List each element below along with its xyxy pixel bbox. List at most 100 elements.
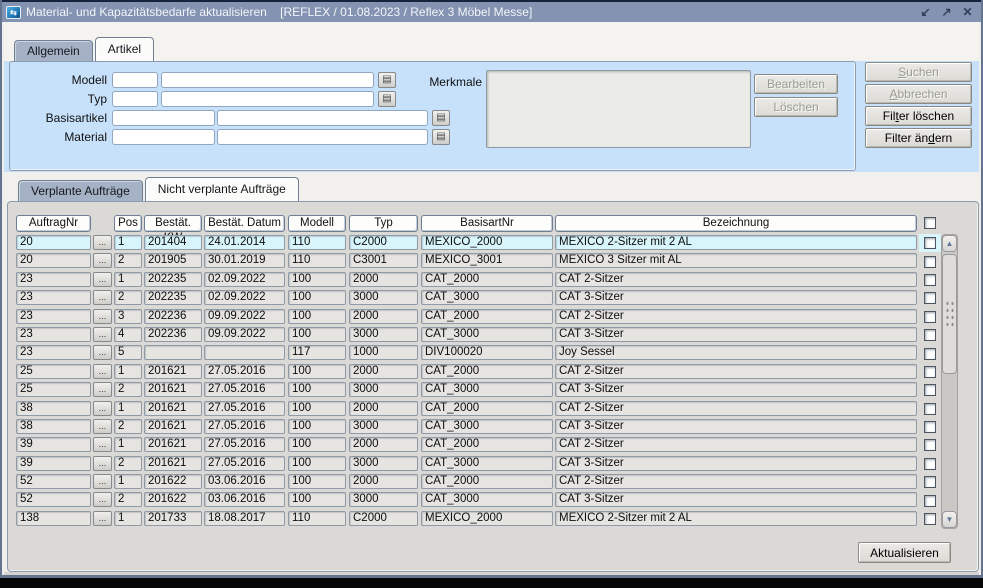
tab-artikel[interactable]: Artikel (95, 37, 154, 61)
restore-icon[interactable]: ↙ (918, 5, 933, 20)
cell-basisartnr[interactable]: CAT_3000 (421, 419, 553, 434)
cell-bestaet-datum[interactable]: 02.09.2022 (204, 290, 285, 305)
column-header-typ[interactable]: Typ (349, 215, 418, 232)
cell-pos[interactable]: 5 (114, 345, 142, 360)
cell-modell[interactable]: 100 (288, 272, 346, 287)
cell-bezeichnung[interactable]: CAT 2-Sitzer (555, 309, 917, 324)
row-lov-button[interactable]: ... (93, 474, 112, 489)
column-header-bezeichnung[interactable]: Bezeichnung (555, 215, 917, 232)
cell-basisartnr[interactable]: CAT_2000 (421, 272, 553, 287)
basisartikel-lov-icon[interactable]: ▤ (432, 110, 450, 126)
column-header-bestaet-kw[interactable]: Bestät. KW (144, 215, 202, 232)
cell-auftragnr[interactable]: 38 (16, 419, 91, 434)
cell-pos[interactable]: 1 (114, 364, 142, 379)
cell-modell[interactable]: 100 (288, 327, 346, 342)
cell-typ[interactable]: 3000 (349, 290, 418, 305)
filter-loeschen-button[interactable]: Filter löschen (865, 106, 972, 126)
cell-typ[interactable]: 2000 (349, 309, 418, 324)
cell-auftragnr[interactable]: 23 (16, 290, 91, 305)
typ-lov-icon[interactable]: ▤ (378, 91, 396, 107)
cell-bestaet-kw[interactable] (144, 345, 202, 360)
cell-typ[interactable]: 2000 (349, 364, 418, 379)
row-lov-button[interactable]: ... (93, 382, 112, 397)
cell-typ[interactable]: 3000 (349, 419, 418, 434)
abbrechen-button[interactable]: Abbrechen (865, 84, 972, 104)
row-checkbox[interactable] (924, 513, 936, 525)
maximize-icon[interactable]: ↗ (939, 5, 954, 20)
cell-auftragnr[interactable]: 138 (16, 511, 91, 526)
cell-bezeichnung[interactable]: CAT 3-Sitzer (555, 382, 917, 397)
row-checkbox[interactable] (924, 311, 936, 323)
cell-bestaet-kw[interactable]: 202236 (144, 309, 202, 324)
row-lov-button[interactable]: ... (93, 364, 112, 379)
row-lov-button[interactable]: ... (93, 511, 112, 526)
cell-bestaet-kw[interactable]: 201404 (144, 235, 202, 250)
cell-auftragnr[interactable]: 23 (16, 272, 91, 287)
row-checkbox[interactable] (924, 348, 936, 360)
basisartikel-text-input[interactable] (217, 110, 428, 126)
suchen-button[interactable]: Suchen (865, 62, 972, 82)
scroll-up-icon[interactable]: ▲ (942, 235, 957, 252)
cell-bezeichnung[interactable]: Joy Sessel (555, 345, 917, 360)
cell-basisartnr[interactable]: CAT_2000 (421, 364, 553, 379)
cell-bestaet-datum[interactable]: 27.05.2016 (204, 419, 285, 434)
cell-typ[interactable]: C2000 (349, 235, 418, 250)
cell-bezeichnung[interactable]: CAT 2-Sitzer (555, 474, 917, 489)
row-lov-button[interactable]: ... (93, 401, 112, 416)
cell-auftragnr[interactable]: 52 (16, 492, 91, 507)
cell-basisartnr[interactable]: CAT_2000 (421, 437, 553, 452)
cell-basisartnr[interactable]: CAT_3000 (421, 327, 553, 342)
cell-pos[interactable]: 1 (114, 437, 142, 452)
cell-pos[interactable]: 2 (114, 253, 142, 268)
cell-bezeichnung[interactable]: CAT 3-Sitzer (555, 327, 917, 342)
row-checkbox[interactable] (924, 274, 936, 286)
cell-bestaet-datum[interactable]: 27.05.2016 (204, 456, 285, 471)
cell-bestaet-kw[interactable]: 201621 (144, 437, 202, 452)
cell-bezeichnung[interactable]: CAT 3-Sitzer (555, 290, 917, 305)
cell-modell[interactable]: 117 (288, 345, 346, 360)
column-header-modell[interactable]: Modell (288, 215, 346, 232)
cell-bestaet-datum[interactable] (204, 345, 285, 360)
cell-basisartnr[interactable]: CAT_3000 (421, 382, 553, 397)
row-lov-button[interactable]: ... (93, 290, 112, 305)
cell-pos[interactable]: 1 (114, 511, 142, 526)
cell-bezeichnung[interactable]: MEXICO 3 Sitzer mit AL (555, 253, 917, 268)
cell-auftragnr[interactable]: 39 (16, 437, 91, 452)
cell-pos[interactable]: 4 (114, 327, 142, 342)
cell-pos[interactable]: 2 (114, 492, 142, 507)
scroll-down-icon[interactable]: ▼ (942, 511, 957, 528)
cell-pos[interactable]: 1 (114, 272, 142, 287)
scrollbar-thumb[interactable] (942, 254, 957, 374)
column-header-basisartnr[interactable]: BasisartNr (421, 215, 553, 232)
cell-auftragnr[interactable]: 23 (16, 327, 91, 342)
cell-typ[interactable]: 3000 (349, 382, 418, 397)
cell-modell[interactable]: 100 (288, 437, 346, 452)
merkmale-box[interactable] (486, 70, 751, 148)
row-checkbox[interactable] (924, 495, 936, 507)
row-lov-button[interactable]: ... (93, 235, 112, 250)
cell-modell[interactable]: 100 (288, 401, 346, 416)
cell-pos[interactable]: 2 (114, 456, 142, 471)
column-header-auftragnr[interactable]: AuftragNr (16, 215, 91, 232)
material-code-input[interactable] (112, 129, 215, 145)
cell-bezeichnung[interactable]: CAT 3-Sitzer (555, 456, 917, 471)
cell-bestaet-datum[interactable]: 18.08.2017 (204, 511, 285, 526)
cell-typ[interactable]: 3000 (349, 492, 418, 507)
material-text-input[interactable] (217, 129, 428, 145)
row-checkbox[interactable] (924, 458, 936, 470)
cell-bezeichnung[interactable]: CAT 2-Sitzer (555, 437, 917, 452)
typ-text-input[interactable] (161, 91, 374, 107)
cell-bestaet-kw[interactable]: 202236 (144, 327, 202, 342)
cell-bestaet-kw[interactable]: 201733 (144, 511, 202, 526)
row-lov-button[interactable]: ... (93, 253, 112, 268)
row-checkbox[interactable] (924, 366, 936, 378)
cell-basisartnr[interactable]: CAT_2000 (421, 401, 553, 416)
cell-bezeichnung[interactable]: MEXICO 2-Sitzer mit 2 AL (555, 511, 917, 526)
cell-bestaet-kw[interactable]: 201621 (144, 401, 202, 416)
cell-bestaet-datum[interactable]: 03.06.2016 (204, 492, 285, 507)
cell-pos[interactable]: 1 (114, 474, 142, 489)
cell-modell[interactable]: 100 (288, 474, 346, 489)
cell-basisartnr[interactable]: MEXICO_2000 (421, 511, 553, 526)
tab-nicht-verplante-auftraege[interactable]: Nicht verplante Aufträge (145, 177, 299, 201)
cell-bestaet-kw[interactable]: 201621 (144, 419, 202, 434)
